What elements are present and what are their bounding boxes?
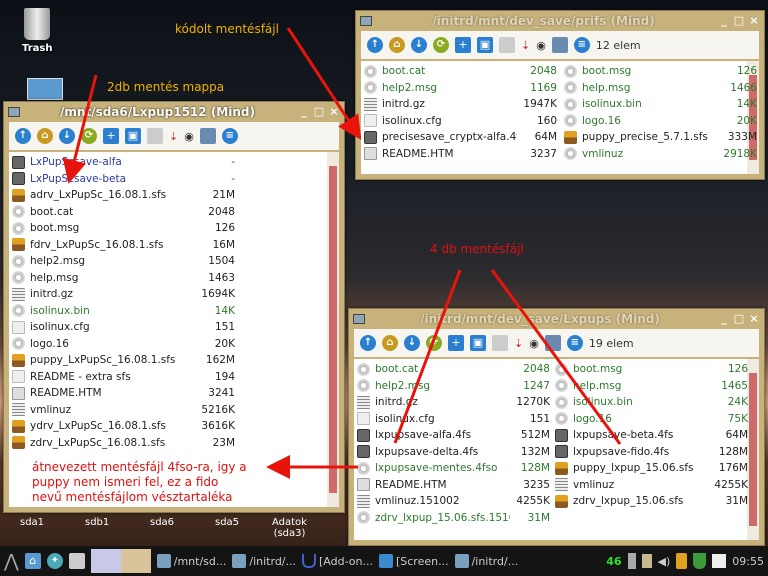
task-icon [156, 554, 171, 568]
arrow-four-left [393, 269, 462, 444]
annotation-renamed-line: puppy nem ismeri fel, ez a fido [32, 475, 219, 489]
storage-icon[interactable] [676, 553, 688, 569]
volume-icon[interactable]: ◀) [658, 555, 671, 568]
workspace-1[interactable] [90, 549, 121, 573]
task-4[interactable]: [Screen... [378, 554, 449, 568]
browser-icon[interactable]: ✦ [46, 553, 63, 569]
folder-icon[interactable]: ⌂ [24, 553, 41, 569]
battery-icon[interactable] [627, 553, 636, 569]
task-3[interactable]: [Add-on... [302, 554, 373, 568]
annotation-renamed: átnevezett mentésfájl 4fso-ra, igy a pup… [32, 460, 247, 505]
task-label: [Screen... [395, 554, 449, 568]
windows-icon[interactable] [68, 553, 85, 569]
annotation-folders: 2db mentés mappa [107, 80, 225, 94]
task-icon [378, 554, 393, 568]
workspace-2[interactable] [120, 549, 151, 573]
task-1[interactable]: /mnt/sd... [156, 554, 227, 568]
arrow-four-right [490, 269, 622, 445]
arrow-coded [286, 27, 362, 141]
task-icon [302, 554, 317, 568]
menu-icon[interactable]: ⋀ [4, 551, 19, 572]
network-icon[interactable] [712, 554, 727, 568]
cpu-monitor[interactable]: 46 [606, 555, 621, 568]
clipboard-icon[interactable] [641, 554, 652, 568]
annotation-renamed-line: nevű mentésfájlom vésztartaléka [32, 490, 233, 504]
task-2[interactable]: /initrd/... [232, 554, 296, 568]
annotation-renamed-line: átnevezett mentésfájl 4fso-ra, igy a [32, 460, 247, 474]
task-icon [454, 554, 469, 568]
task-5[interactable]: /initrd/... [454, 554, 519, 568]
task-label: [Add-on... [319, 554, 373, 568]
annotation-coded: kódolt mentésfájl [175, 22, 279, 36]
task-label: /mnt/sd... [173, 554, 227, 568]
task-label: /initrd/... [471, 554, 519, 568]
annotation-four: 4 db mentésfájl [430, 242, 524, 256]
taskbar: ⋀ ⌂ ✦ /mnt/sd... /initrd/... [Add-on... … [0, 546, 768, 576]
firewall-icon[interactable] [693, 553, 707, 569]
arrow-folders [62, 74, 98, 184]
clock[interactable]: 09:55 [732, 555, 764, 568]
task-icon [232, 554, 247, 568]
task-label: /initrd/... [249, 554, 297, 568]
